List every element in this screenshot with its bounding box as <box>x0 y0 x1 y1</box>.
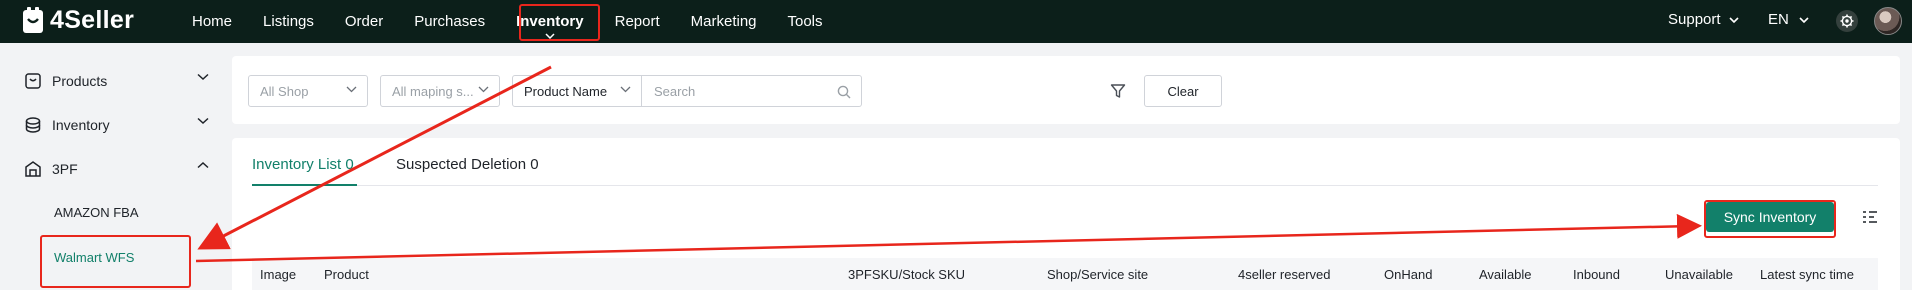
inventory-panel: Inventory List 0 Suspected Deletion 0 Sy… <box>232 138 1900 290</box>
table-header: Image Product 3PFSKU/Stock SKU Shop/Serv… <box>252 258 1878 290</box>
column-header-reserved: 4seller reserved <box>1238 267 1331 282</box>
column-header-available: Available <box>1479 267 1532 282</box>
products-icon <box>25 73 41 89</box>
column-settings-icon[interactable] <box>1862 210 1878 224</box>
search-box <box>642 75 862 107</box>
tab-suspected-deletion[interactable]: Suspected Deletion 0 <box>396 156 539 186</box>
mapping-select-value: All maping s... <box>392 83 474 99</box>
chevron-down-icon <box>197 73 209 81</box>
sync-inventory-button[interactable]: Sync Inventory <box>1706 202 1834 232</box>
sidebar-item-inventory[interactable]: Inventory <box>24 113 209 137</box>
column-header-product: Product <box>324 267 369 282</box>
sidebar-subitem-amazon-fba[interactable]: AMAZON FBA <box>54 205 139 220</box>
language-label: EN <box>1768 11 1789 28</box>
sidebar-subitem-walmart-wfs[interactable]: Walmart WFS <box>54 250 134 265</box>
column-header-unavailable: Unavailable <box>1665 267 1733 282</box>
gear-icon <box>1840 14 1854 28</box>
inventory-icon <box>25 117 41 133</box>
search-input[interactable] <box>654 83 824 99</box>
nav-marketing[interactable]: Marketing <box>691 0 757 43</box>
nav-home[interactable]: Home <box>192 0 232 43</box>
shop-select[interactable]: All Shop <box>248 75 368 107</box>
sidebar-item-label: 3PF <box>52 161 78 177</box>
sidebar-item-label: Inventory <box>52 117 110 133</box>
tab-inventory-list[interactable]: Inventory List 0 <box>252 156 357 186</box>
column-header-inbound: Inbound <box>1573 267 1620 282</box>
support-menu[interactable]: Support <box>1668 11 1739 28</box>
tab-bar: Inventory List 0 Suspected Deletion 0 <box>252 156 1878 186</box>
sidebar: Products Inventory 3PF AMAZON FBA Walmar… <box>0 43 220 290</box>
language-menu[interactable]: EN <box>1768 11 1809 28</box>
chevron-down-icon <box>545 31 555 41</box>
settings-button[interactable] <box>1836 10 1858 32</box>
filter-bar: All Shop All maping s... Product Name Cl… <box>232 56 1900 124</box>
chevron-down-icon <box>197 117 209 125</box>
nav-tools[interactable]: Tools <box>788 0 823 43</box>
sidebar-item-3pf[interactable]: 3PF <box>24 157 209 181</box>
column-header-latest-sync: Latest sync time <box>1760 267 1854 282</box>
nav-listings[interactable]: Listings <box>263 0 314 43</box>
search-field-select[interactable]: Product Name <box>512 75 642 107</box>
search-icon[interactable] <box>837 85 851 99</box>
logo[interactable]: 4Seller <box>22 6 134 35</box>
nav-report[interactable]: Report <box>615 0 660 43</box>
column-header-shop: Shop/Service site <box>1047 267 1149 282</box>
chevron-down-icon <box>1729 17 1739 24</box>
top-bar: 4Seller Home Listings Order Purchases In… <box>0 0 1912 43</box>
filter-icon[interactable] <box>1110 83 1126 99</box>
warehouse-icon <box>25 161 41 177</box>
column-header-onhand: OnHand <box>1384 267 1433 282</box>
column-header-image: Image <box>260 267 297 282</box>
mapping-select[interactable]: All maping s... <box>380 75 500 107</box>
logo-text: 4Seller <box>50 6 135 34</box>
chevron-up-icon <box>197 161 209 169</box>
column-header-sku: 3PFSKU/Stock SKU <box>848 267 966 282</box>
chevron-down-icon <box>1799 17 1809 24</box>
avatar[interactable] <box>1874 7 1902 35</box>
chevron-down-icon <box>478 86 489 93</box>
clear-button[interactable]: Clear <box>1144 75 1222 107</box>
main-nav: Home Listings Order Purchases Inventory … <box>192 0 854 43</box>
support-label: Support <box>1668 11 1721 28</box>
search-field-value: Product Name <box>524 83 608 99</box>
nav-order[interactable]: Order <box>345 0 383 43</box>
nav-purchases[interactable]: Purchases <box>414 0 485 43</box>
nav-inventory-label: Inventory <box>516 13 584 30</box>
nav-inventory[interactable]: Inventory <box>516 0 584 43</box>
chevron-down-icon <box>346 86 357 93</box>
sidebar-item-label: Products <box>52 73 108 89</box>
logo-bag-icon <box>23 7 43 33</box>
sidebar-item-products[interactable]: Products <box>24 69 209 93</box>
shop-select-value: All Shop <box>260 83 309 99</box>
chevron-down-icon <box>620 86 631 93</box>
